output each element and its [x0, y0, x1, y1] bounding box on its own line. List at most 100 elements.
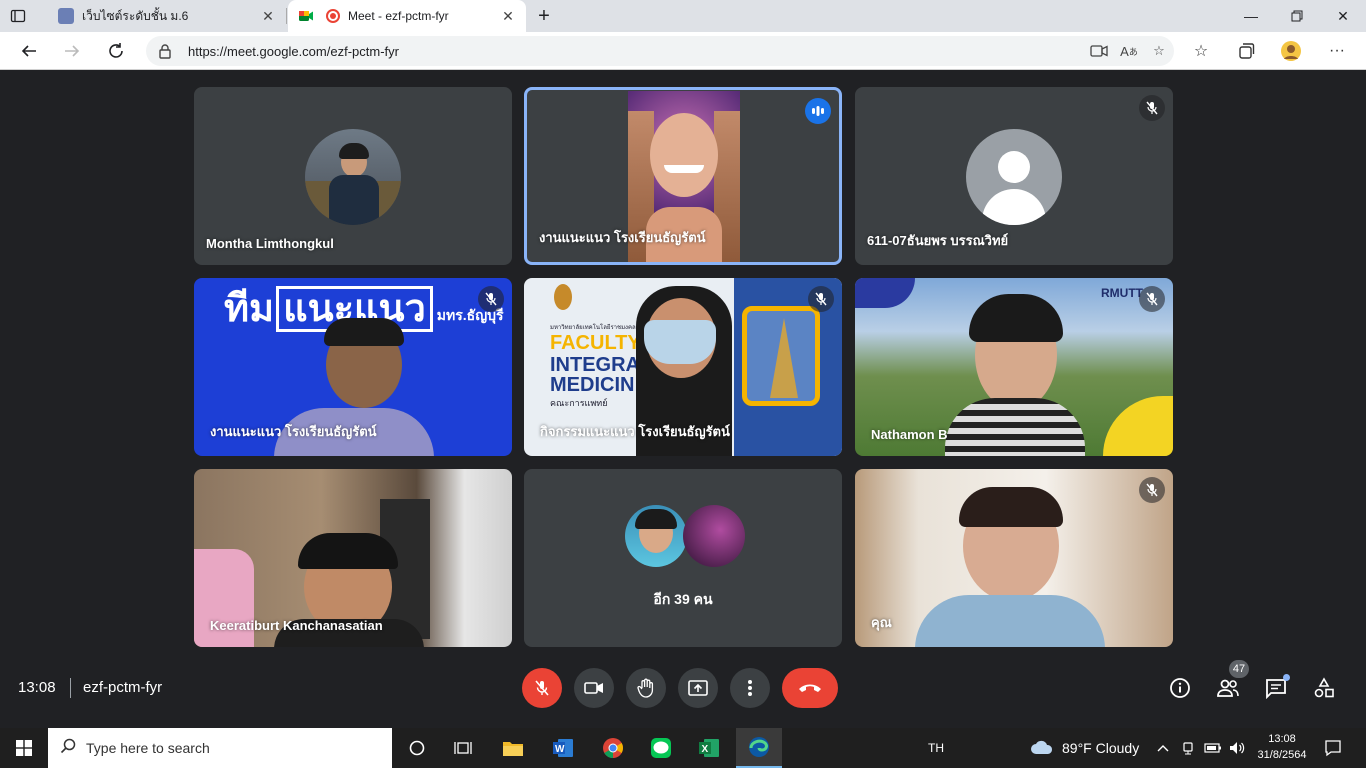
tab-title: เว็บไซต์ระดับชั้น ม.6	[82, 8, 189, 23]
close-window-icon[interactable]: ✕	[1320, 0, 1366, 32]
recording-icon	[326, 9, 340, 23]
close-tab-icon[interactable]: ✕	[500, 8, 516, 25]
word-icon[interactable]: W	[540, 728, 586, 768]
default-avatar-icon	[966, 129, 1062, 225]
taskbar-search-box[interactable]: Type here to search	[48, 728, 392, 768]
participant-tile-speaking[interactable]: งานแนะแนว โรงเรียนธัญรัตน์	[524, 87, 842, 265]
rmutt-logo: RMUTT	[1101, 286, 1143, 300]
mic-off-icon	[1139, 286, 1165, 312]
notifications-icon[interactable]	[1324, 728, 1342, 768]
participant-tile[interactable]: RMUTT Nathamon B	[855, 278, 1173, 456]
participant-tile[interactable]: ทีม แนะแนว มทร.ธัญบุรี งานแนะแนว โรงเรีย…	[194, 278, 512, 456]
search-placeholder: Type here to search	[86, 740, 210, 756]
site-favicon-icon	[58, 8, 74, 24]
participant-name: Keeratiburt Kanchanasatian	[210, 618, 383, 633]
input-language[interactable]: TH	[928, 728, 944, 768]
more-participants-tile[interactable]: อีก 39 คน	[524, 469, 842, 647]
face-mask	[644, 320, 716, 364]
weather-widget[interactable]: 89°F Cloudy	[1030, 728, 1139, 768]
new-tab-icon[interactable]: +	[532, 4, 556, 28]
system-clock[interactable]: 13:08 31/8/2564	[1248, 731, 1316, 763]
line-app-icon[interactable]	[638, 728, 684, 768]
mic-off-icon	[1139, 477, 1165, 503]
participant-name: คุณ	[871, 615, 892, 630]
favorites-icon[interactable]: ☆	[1186, 36, 1216, 66]
weather-text: 89°F Cloudy	[1062, 740, 1140, 756]
restore-icon[interactable]	[1274, 0, 1320, 32]
lock-icon	[158, 43, 174, 59]
battery-icon[interactable]	[1204, 728, 1222, 768]
divider	[70, 678, 71, 698]
windows-start-icon[interactable]	[0, 728, 48, 768]
people-count-badge: 47	[1229, 660, 1249, 678]
refresh-icon[interactable]	[101, 36, 131, 66]
slide-thai-text: คณะการแพทย์	[550, 398, 608, 408]
collections-icon[interactable]	[1231, 36, 1261, 66]
cloud-icon	[1030, 739, 1054, 758]
banner-team-text: ทีม	[224, 288, 275, 330]
participant-name: งานแนะแนว โรงเรียนธัญรัตน์	[539, 230, 706, 245]
minimize-icon[interactable]: —	[1228, 0, 1274, 32]
more-options-button[interactable]	[730, 668, 770, 708]
meet-favicon-icon	[298, 8, 314, 24]
clock-date: 31/8/2564	[1257, 749, 1307, 761]
participant-name: งานแนะแนว โรงเรียนธัญรัตน์	[210, 424, 377, 439]
meet-controls-bar: 13:08 ezf-pctm-fyr	[0, 660, 1366, 718]
slide-title-1: FACULTY	[550, 332, 641, 354]
participant-tile[interactable]: 611-07ธันยพร บรรณวิทย์	[855, 87, 1173, 265]
meeting-code: ezf-pctm-fyr	[83, 679, 163, 696]
file-explorer-icon[interactable]	[490, 728, 536, 768]
tab-divider	[286, 8, 287, 24]
edge-icon[interactable]	[736, 728, 782, 768]
address-bar[interactable]: https://meet.google.com/ezf-pctm-fyr Aあ …	[146, 36, 1174, 66]
participant-name: 611-07ธันยพร บรรณวิทย์	[867, 233, 1009, 248]
raise-hand-button[interactable]	[626, 668, 666, 708]
tab-inactive[interactable]: เว็บไซต์ระดับชั้น ม.6 ✕	[48, 0, 286, 32]
chat-icon[interactable]	[1258, 670, 1294, 706]
participant-name: Nathamon B	[871, 427, 948, 442]
meeting-time: 13:08	[18, 679, 56, 696]
svg-text:X: X	[702, 744, 709, 755]
volume-icon[interactable]	[1228, 728, 1246, 768]
meet-stage: Montha Limthongkul งานแนะแนว โรงเรียนธัญ…	[0, 70, 1366, 718]
forward-icon[interactable]	[57, 36, 87, 66]
university-logo-icon	[554, 284, 572, 310]
add-favorite-icon[interactable]: ☆	[1144, 36, 1174, 66]
search-icon	[60, 738, 76, 759]
camera-toggle-button[interactable]	[574, 668, 614, 708]
participant-thumb-avatar	[683, 505, 745, 567]
participant-name: Montha Limthongkul	[206, 236, 334, 251]
participant-tile[interactable]: Montha Limthongkul	[194, 87, 512, 265]
chrome-icon[interactable]	[590, 728, 636, 768]
meeting-details-icon[interactable]	[1162, 670, 1198, 706]
svg-text:W: W	[555, 744, 565, 755]
activities-icon[interactable]	[1306, 670, 1342, 706]
tab-actions-icon[interactable]	[8, 6, 28, 26]
show-hidden-icons[interactable]	[1156, 728, 1170, 768]
mic-off-icon	[478, 286, 504, 312]
self-view-tile[interactable]: คุณ	[855, 469, 1173, 647]
cortana-icon[interactable]	[394, 728, 440, 768]
camera-permission-icon[interactable]	[1084, 36, 1114, 66]
participant-tile[interactable]: Keeratiburt Kanchanasatian	[194, 469, 512, 647]
settings-more-icon[interactable]: ···	[1322, 36, 1352, 66]
excel-icon[interactable]: X	[686, 728, 732, 768]
participant-name: กิจกรรมแนะแนว โรงเรียนธัญรัตน์	[540, 424, 730, 439]
tab-title: Meet - ezf-pctm-fyr	[348, 9, 449, 23]
speaking-indicator-icon	[805, 98, 831, 124]
read-aloud-icon[interactable]: Aあ	[1114, 36, 1144, 66]
back-icon[interactable]	[14, 36, 44, 66]
more-participants-label: อีก 39 คน	[653, 591, 713, 607]
network-icon[interactable]	[1180, 728, 1196, 768]
leave-call-button[interactable]	[782, 668, 838, 708]
mic-off-icon	[808, 286, 834, 312]
close-tab-icon[interactable]: ✕	[260, 8, 276, 25]
present-screen-button[interactable]	[678, 668, 718, 708]
participant-thumb-avatar	[625, 505, 687, 567]
headset	[298, 533, 398, 569]
tab-active[interactable]: Meet - ezf-pctm-fyr ✕	[288, 0, 526, 32]
mic-toggle-button[interactable]	[522, 668, 562, 708]
profile-avatar[interactable]	[1276, 36, 1306, 66]
participant-tile[interactable]: มหาวิทยาลัยเทคโนโลยีราชมงคล FACULTY INTE…	[524, 278, 842, 456]
task-view-icon[interactable]	[440, 728, 486, 768]
